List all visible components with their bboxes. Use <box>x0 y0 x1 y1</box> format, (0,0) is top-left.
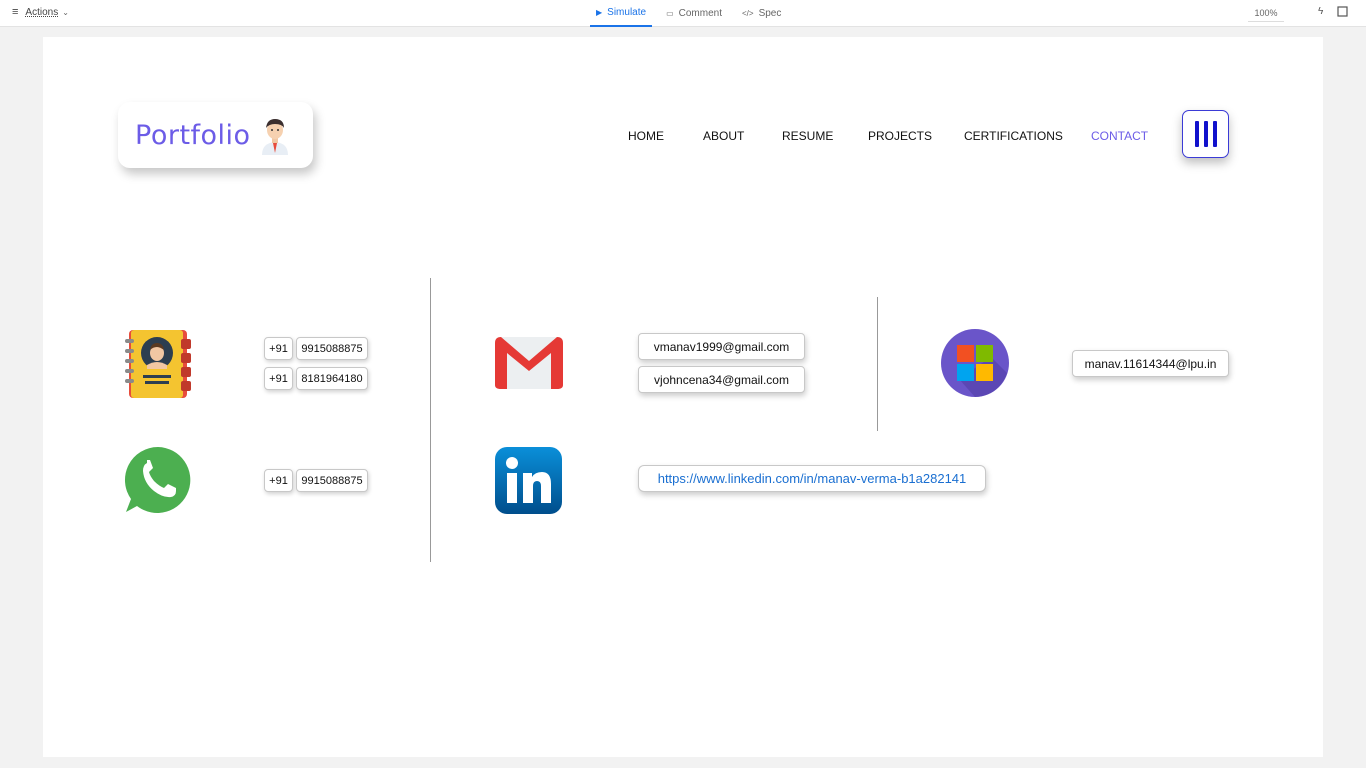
lpu-email[interactable]: manav.11614344@lpu.in <box>1072 350 1229 377</box>
nav-projects[interactable]: PROJECTS <box>868 129 932 143</box>
lightning-icon[interactable]: ϟ <box>1318 6 1323 17</box>
microsoft-icon[interactable] <box>941 329 1009 397</box>
whatsapp-code: +91 <box>264 469 293 492</box>
code-icon: </> <box>741 9 754 18</box>
tab-simulate-label: Simulate <box>607 7 647 18</box>
linkedin-url[interactable]: https://www.linkedin.com/in/manav-verma-… <box>638 465 986 492</box>
contact-book-icon <box>125 330 191 398</box>
nav-resume[interactable]: RESUME <box>782 129 833 143</box>
tab-comment[interactable]: ▭ Comment <box>660 0 728 27</box>
divider-right <box>877 297 878 431</box>
logo-card[interactable]: Portfolio <box>118 102 313 168</box>
actions-label: Actions <box>25 6 59 18</box>
top-toolbar: ≡ Actions ⌄ ▶ Simulate ▭ Comment </> Spe… <box>0 0 1366 27</box>
email-primary[interactable]: vmanav1999@gmail.com <box>638 333 805 360</box>
phone-number-1[interactable]: 9915088875 <box>296 337 368 360</box>
tab-comment-label: Comment <box>678 8 722 19</box>
divider-left <box>430 278 431 562</box>
hamburger-icon: ≡ <box>12 6 19 18</box>
phone-code-1: +91 <box>264 337 293 360</box>
chevron-down-icon: ⌄ <box>62 7 69 17</box>
nav-about[interactable]: ABOUT <box>703 129 744 143</box>
email-secondary[interactable]: vjohncena34@gmail.com <box>638 366 805 393</box>
tab-spec-label: Spec <box>758 8 782 19</box>
page-canvas: Portfolio HOME ABOUT RESUME PROJECTS CER… <box>43 37 1323 757</box>
phone-number-2[interactable]: 8181964180 <box>296 367 368 390</box>
gmail-icon[interactable] <box>495 335 563 391</box>
play-icon: ▶ <box>596 8 603 17</box>
nav-certifications[interactable]: CERTIFICATIONS <box>964 129 1063 143</box>
whatsapp-icon[interactable] <box>123 445 193 515</box>
menu-bar <box>1212 121 1217 147</box>
nav-home[interactable]: HOME <box>628 129 664 143</box>
logo-text: Portfolio <box>135 119 251 151</box>
zoom-level[interactable]: 100% <box>1248 4 1284 22</box>
tab-spec[interactable]: </> Spec <box>736 0 787 27</box>
menu-bar <box>1203 121 1208 147</box>
fullscreen-icon[interactable] <box>1337 6 1348 20</box>
tab-simulate[interactable]: ▶ Simulate <box>590 0 653 27</box>
comment-icon: ▭ <box>666 9 674 18</box>
actions-menu[interactable]: ≡ Actions ⌄ <box>12 6 69 18</box>
nav-contact[interactable]: CONTACT <box>1091 129 1148 143</box>
mode-tabs: ▶ Simulate ▭ Comment </> Spec <box>590 0 795 27</box>
phone-code-2: +91 <box>264 367 293 390</box>
linkedin-icon[interactable] <box>495 447 562 514</box>
whatsapp-number[interactable]: 9915088875 <box>296 469 368 492</box>
person-avatar-icon <box>261 119 288 155</box>
menu-button[interactable] <box>1182 110 1229 158</box>
menu-bar <box>1194 121 1199 147</box>
